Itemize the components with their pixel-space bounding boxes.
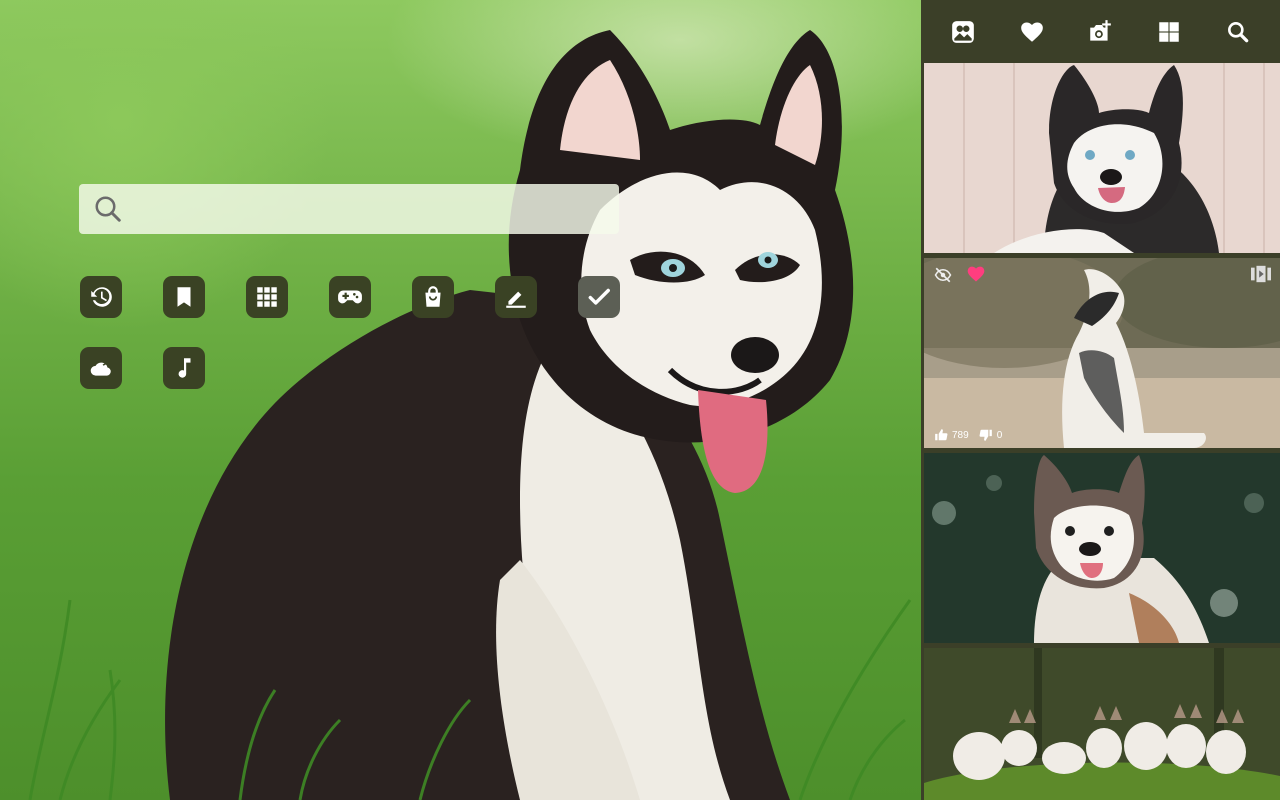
gallery-item-1[interactable] <box>924 63 1280 253</box>
notes-shortcut[interactable] <box>495 276 537 318</box>
layout-button[interactable] <box>1147 10 1191 54</box>
gallery-item-4[interactable] <box>924 648 1280 800</box>
weather-icon <box>90 362 112 376</box>
gamepad-icon <box>338 290 362 304</box>
gallery-item-2[interactable]: 789 0 <box>924 258 1280 448</box>
games-shortcut[interactable] <box>329 276 371 318</box>
favorites-heart-icon <box>1021 21 1043 42</box>
bookmark-icon <box>177 287 191 307</box>
gallery-item-3[interactable] <box>924 453 1280 643</box>
wallpaper-icon <box>952 20 975 43</box>
set-wallpaper-icon[interactable] <box>1250 264 1272 284</box>
apps-shortcut[interactable] <box>246 276 288 318</box>
history-icon <box>91 287 112 307</box>
search-icon <box>1227 21 1248 42</box>
wallpaper-gallery-panel: 789 0 <box>921 0 1280 800</box>
music-shortcut[interactable] <box>163 347 205 389</box>
add-photo-icon <box>1090 19 1112 41</box>
weather-shortcut[interactable] <box>80 347 122 389</box>
wallpaper-button[interactable] <box>941 10 985 54</box>
hide-icon[interactable] <box>934 266 952 284</box>
husky-puppy-wood-wall-image <box>924 63 1280 253</box>
add-photo-button[interactable] <box>1078 10 1122 54</box>
music-note-icon <box>178 358 191 378</box>
dislikes-count: 0 <box>996 429 1003 441</box>
gallery-search-button[interactable] <box>1216 10 1260 54</box>
favorite-heart-icon[interactable] <box>966 264 986 284</box>
bookmark-shortcut[interactable] <box>163 276 205 318</box>
shopping-bag-icon <box>425 286 441 307</box>
search-input[interactable] <box>123 184 619 234</box>
apps-grid-icon <box>257 287 277 307</box>
shopping-shortcut[interactable] <box>412 276 454 318</box>
history-shortcut[interactable] <box>80 276 122 318</box>
edit-icon <box>506 291 526 308</box>
tasks-shortcut[interactable] <box>578 276 620 318</box>
husky-puppy-wallpaper-image <box>28 30 912 800</box>
windows-grid-icon <box>1159 21 1179 42</box>
search-bar[interactable] <box>79 184 619 234</box>
checkmark-icon <box>588 288 610 305</box>
gallery-toolbar <box>921 0 1280 63</box>
favorites-button[interactable] <box>1010 10 1054 54</box>
thumbs-up-icon[interactable] <box>934 428 948 442</box>
rating-stats: 789 0 <box>934 428 1008 442</box>
likes-count: 789 <box>952 429 969 441</box>
thumbs-down-icon[interactable] <box>979 428 993 442</box>
husky-puppy-dark-green-image <box>924 453 1280 643</box>
husky-puppies-row-moss-image <box>924 648 1280 800</box>
husky-puppy-sitting-image <box>924 258 1280 448</box>
search-icon <box>95 196 121 222</box>
